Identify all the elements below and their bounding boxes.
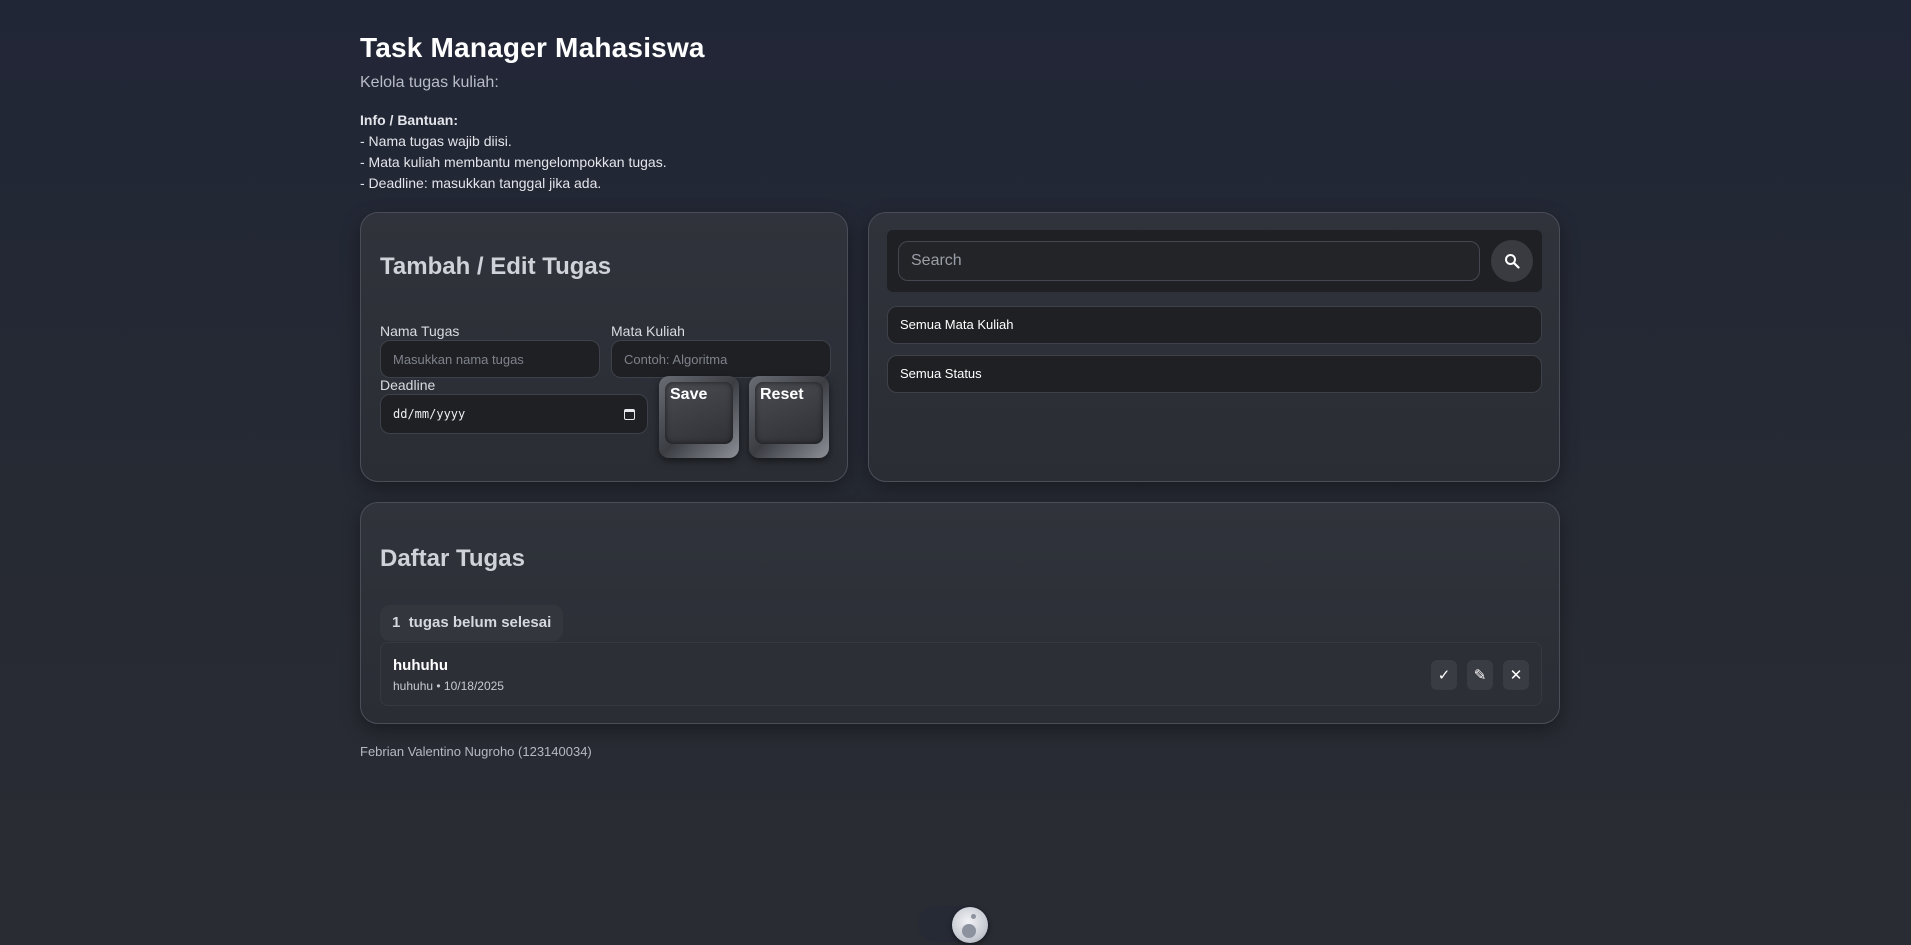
task-list-card: Daftar Tugas 1 tugas belum selesai huhuh… (360, 502, 1560, 724)
pending-count: 1 (392, 614, 401, 631)
app-title: Task Manager Mahasiswa (360, 32, 705, 63)
search-bar (887, 230, 1542, 292)
info-help: Info / Bantuan: - Nama tugas wajib diisi… (360, 110, 1560, 194)
pending-label: tugas belum selesai (408, 614, 552, 631)
app-subtitle: Kelola tugas kuliah: (360, 74, 499, 91)
status-filter-select[interactable]: Semua Status (887, 355, 1542, 393)
list-title: Daftar Tugas (380, 545, 525, 572)
task-name: huhuhu (393, 657, 448, 674)
info-title: Info / Bantuan: (360, 112, 458, 128)
reset-button[interactable]: Reset (749, 376, 829, 458)
theme-toggle[interactable] (918, 906, 990, 943)
save-button[interactable]: Save (659, 376, 739, 458)
task-name-label: Nama Tugas (380, 323, 460, 339)
calendar-icon[interactable] (624, 408, 635, 420)
task-list-item: huhuhu huhuhu • 10/18/2025 ✓ ✎ ✕ (380, 642, 1542, 706)
search-input[interactable] (898, 241, 1480, 281)
task-form-card: Tambah / Edit Tugas Nama Tugas Mata Kuli… (360, 212, 848, 482)
save-button-label: Save (665, 382, 733, 444)
task-actions: ✓ ✎ ✕ (1431, 660, 1529, 690)
delete-button[interactable]: ✕ (1503, 660, 1529, 690)
moon-icon (952, 907, 988, 943)
edit-button[interactable]: ✎ (1467, 660, 1493, 690)
form-title: Tambah / Edit Tugas (380, 253, 612, 280)
search-icon (1505, 254, 1520, 269)
close-icon: ✕ (1509, 667, 1523, 684)
search-button[interactable] (1491, 240, 1533, 282)
info-line: - Nama tugas wajib diisi. (360, 133, 512, 149)
deadline-input[interactable]: dd/mm/yyyy (380, 394, 648, 434)
course-label: Mata Kuliah (611, 323, 685, 339)
pencil-icon: ✎ (1473, 667, 1487, 684)
reset-button-label: Reset (755, 382, 823, 444)
complete-button[interactable]: ✓ (1431, 660, 1457, 690)
footer-credit: Febrian Valentino Nugroho (123140034) (360, 744, 592, 759)
info-line: - Deadline: masukkan tanggal jika ada. (360, 175, 602, 191)
pending-count-badge: 1 tugas belum selesai (380, 605, 564, 641)
filter-card: Semua Mata Kuliah Semua Status (868, 212, 1560, 482)
deadline-value: dd/mm/yyyy (393, 407, 466, 421)
info-line: - Mata kuliah membantu mengelompokkan tu… (360, 154, 667, 170)
task-meta: huhuhu • 10/18/2025 (393, 679, 504, 693)
course-input[interactable] (611, 340, 831, 378)
deadline-label: Deadline (380, 377, 436, 393)
check-icon: ✓ (1437, 667, 1451, 684)
task-name-input[interactable] (380, 340, 600, 378)
course-filter-select[interactable]: Semua Mata Kuliah (887, 306, 1542, 344)
page-header: Task Manager Mahasiswa Kelola tugas kuli… (360, 32, 1560, 194)
